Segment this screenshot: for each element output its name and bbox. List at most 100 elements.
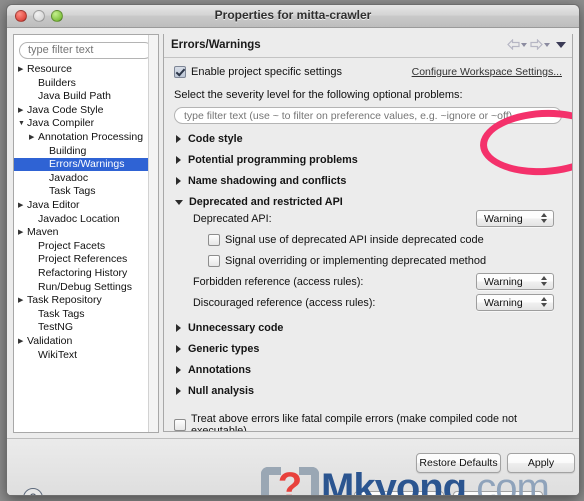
combo-stepper-icon[interactable] (541, 276, 547, 286)
forward-arrow-icon[interactable] (530, 39, 550, 50)
section-collapsed-arrow-icon[interactable] (176, 345, 181, 353)
section-name-shadowing-and-conflicts[interactable]: Name shadowing and conflicts (174, 175, 562, 187)
back-arrow-icon[interactable] (507, 39, 527, 50)
sidebar-item-label: Project Facets (38, 239, 106, 252)
sidebar-item-testng[interactable]: ▶TestNG (14, 321, 158, 335)
tree-collapsed-arrow-icon[interactable]: ▶ (18, 107, 27, 114)
tree-expanded-arrow-icon[interactable]: ▼ (18, 120, 27, 127)
apply-button[interactable]: Apply (507, 453, 575, 473)
sidebar-item-refactoring-history[interactable]: ▶Refactoring History (14, 266, 158, 280)
severity-combo-discouraged-reference-access-rules[interactable]: Warning (476, 294, 554, 311)
checkbox-row-signal-overriding-or-implementing-deprec[interactable]: Signal overriding or implementing deprec… (174, 250, 562, 271)
sidebar-item-label: Maven (27, 226, 59, 239)
window-title-bar: Properties for mitta-crawler (7, 5, 579, 28)
section-potential-programming-problems[interactable]: Potential programming problems (174, 154, 562, 166)
sidebar-filter-input[interactable] (19, 41, 153, 59)
tree-collapsed-arrow-icon[interactable]: ▶ (18, 229, 27, 236)
sidebar-item-label: Resource (27, 63, 72, 76)
forward-dropdown-caret-icon[interactable] (544, 42, 550, 47)
section-collapsed-arrow-icon[interactable] (176, 135, 181, 143)
sidebar-item-building[interactable]: ▶Building (14, 144, 158, 158)
section-collapsed-arrow-icon[interactable] (176, 324, 181, 332)
sidebar-item-label: Task Repository (27, 294, 102, 307)
section-deprecated-and-restricted-api[interactable]: Deprecated and restricted API (174, 196, 562, 208)
section-expanded-arrow-icon[interactable] (175, 199, 183, 205)
sidebar-item-label: Project References (38, 253, 128, 266)
errors-warnings-panel: Errors/Warnings Enable project specific … (163, 34, 573, 432)
sidebar-item-label: Java Compiler (27, 117, 95, 130)
sidebar-item-java-editor[interactable]: ▶ Java Editor (14, 198, 158, 212)
sidebar-item-label: Refactoring History (38, 266, 128, 279)
cancel-button[interactable]: Cancel (354, 491, 444, 495)
sidebar-item-wikitext[interactable]: ▶WikiText (14, 348, 158, 362)
sidebar-item-task-tags[interactable]: ▶Task Tags (14, 307, 158, 321)
window-title: Properties for mitta-crawler (214, 8, 372, 22)
sidebar-item-java-compiler[interactable]: ▼ Java Compiler (14, 117, 158, 131)
sidebar-item-label: Task Tags (49, 185, 96, 198)
tree-collapsed-arrow-icon[interactable]: ▶ (18, 297, 27, 304)
preference-filter-input[interactable] (174, 107, 562, 124)
sidebar-item-java-build-path[interactable]: ▶Java Build Path (14, 90, 158, 104)
sidebar-item-label: WikiText (38, 348, 78, 361)
section-null-analysis[interactable]: Null analysis (174, 385, 562, 397)
sidebar-item-resource[interactable]: ▶ Resource (14, 63, 158, 77)
sidebar-item-label: Javadoc Location (38, 212, 120, 225)
option-checkbox[interactable] (208, 254, 220, 267)
sidebar-item-errors-warnings[interactable]: ▶Errors/Warnings (14, 157, 158, 172)
tree-collapsed-arrow-icon[interactable]: ▶ (18, 202, 27, 209)
sidebar-item-label: Task Tags (38, 307, 85, 320)
sidebar-item-task-repository[interactable]: ▶ Task Repository (14, 294, 158, 308)
ok-button[interactable]: OK (453, 491, 543, 495)
combo-stepper-icon[interactable] (541, 213, 547, 223)
option-checkbox[interactable] (208, 233, 220, 246)
sidebar-item-project-facets[interactable]: ▶Project Facets (14, 239, 158, 253)
section-label: Potential programming problems (188, 154, 358, 166)
section-code-style[interactable]: Code style (174, 133, 562, 145)
sidebar-item-label: Java Build Path (38, 90, 111, 103)
sidebar-item-javadoc[interactable]: ▶Javadoc (14, 171, 158, 185)
section-collapsed-arrow-icon[interactable] (176, 387, 181, 395)
section-collapsed-arrow-icon[interactable] (176, 177, 181, 185)
section-unnecessary-code[interactable]: Unnecessary code (174, 322, 562, 334)
tree-collapsed-arrow-icon[interactable]: ▶ (18, 338, 27, 345)
settings-tree[interactable]: ▶Resource▶Builders▶Java Build Path▶Java … (14, 62, 158, 423)
severity-instruction-text: Select the severity level for the follow… (174, 89, 463, 101)
back-dropdown-caret-icon[interactable] (521, 42, 527, 47)
option-label: Discouraged reference (access rules): (193, 296, 376, 309)
tree-collapsed-arrow-icon[interactable]: ▶ (18, 66, 27, 73)
fatal-errors-checkbox[interactable] (174, 418, 186, 431)
option-checkbox-label: Signal overriding or implementing deprec… (225, 254, 487, 267)
sidebar-item-java-code-style[interactable]: ▶ Java Code Style (14, 103, 158, 117)
sidebar-item-label: Java Code Style (27, 103, 104, 116)
sidebar-item-builders[interactable]: ▶Builders (14, 76, 158, 90)
severity-combo-forbidden-reference-access-rules[interactable]: Warning (476, 273, 554, 290)
sidebar-item-javadoc-location[interactable]: ▶Javadoc Location (14, 212, 158, 226)
sidebar-item-task-tags[interactable]: ▶Task Tags (14, 185, 158, 199)
severity-combo-deprecated-api[interactable]: Warning (476, 210, 554, 227)
option-row-discouraged-reference-access-rules: Discouraged reference (access rules): War… (174, 292, 562, 313)
section-label: Code style (188, 133, 243, 145)
fatal-errors-row[interactable]: Treat above errors like fatal compile er… (174, 413, 562, 431)
section-collapsed-arrow-icon[interactable] (176, 366, 181, 374)
forward-arrow-glyph (530, 39, 543, 50)
view-menu-icon[interactable] (556, 41, 566, 48)
sidebar-scrollbar[interactable] (148, 35, 158, 432)
configure-workspace-settings-link[interactable]: Configure Workspace Settings... (412, 66, 562, 78)
combo-stepper-icon[interactable] (541, 297, 547, 307)
section-collapsed-arrow-icon[interactable] (176, 156, 181, 164)
section-label: Generic types (188, 343, 260, 355)
section-generic-types[interactable]: Generic types (174, 343, 562, 355)
tree-collapsed-arrow-icon[interactable]: ▶ (29, 134, 38, 141)
sidebar-item-project-references[interactable]: ▶Project References (14, 253, 158, 267)
enable-project-settings-checkbox[interactable] (174, 66, 186, 78)
sidebar-item-maven[interactable]: ▶ Maven (14, 226, 158, 240)
checkbox-row-signal-use-of-deprecated-api-inside-depr[interactable]: Signal use of deprecated API inside depr… (174, 229, 562, 250)
section-annotations[interactable]: Annotations (174, 364, 562, 376)
option-checkbox-label: Signal use of deprecated API inside depr… (225, 233, 484, 246)
sidebar-item-annotation-processing[interactable]: ▶ Annotation Processing (14, 130, 158, 144)
enable-project-settings-label: Enable project specific settings (191, 66, 343, 78)
sidebar-item-run-debug-settings[interactable]: ▶Run/Debug Settings (14, 280, 158, 294)
sidebar-item-validation[interactable]: ▶ Validation (14, 334, 158, 348)
restore-defaults-button[interactable]: Restore Defaults (416, 453, 501, 473)
collapsed-sections-top: Code style Potential programming problems… (174, 133, 562, 208)
